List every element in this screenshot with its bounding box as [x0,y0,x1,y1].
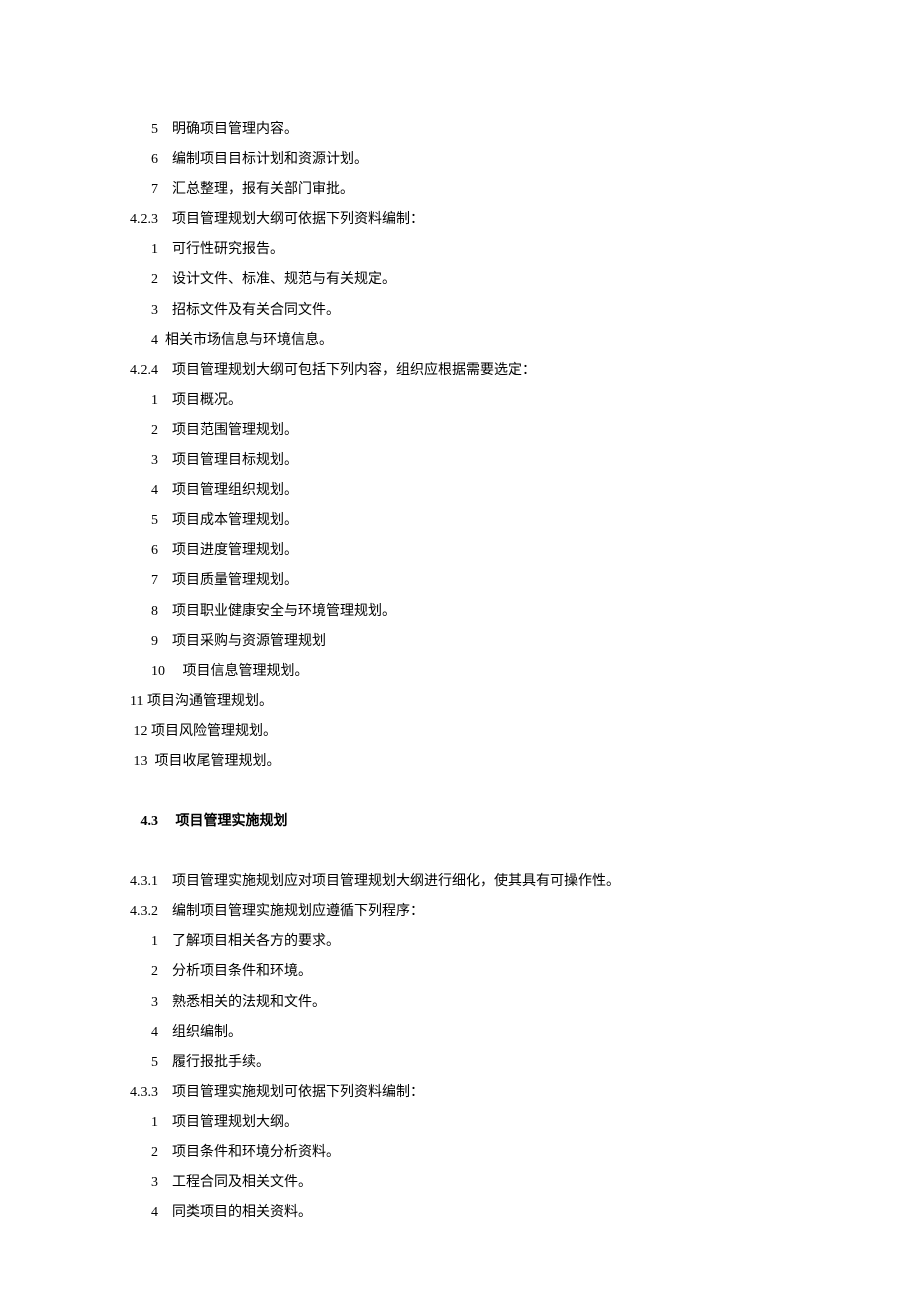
body-line: 4 组织编制。 [130,1018,790,1048]
body-line: 4.3.1 项目管理实施规划应对项目管理规划大纲进行细化，使其具有可操作性。 [130,867,790,897]
body-line: 4 同类项目的相关资料。 [130,1198,790,1228]
body-line: 7 项目质量管理规划。 [130,566,790,596]
body-line: 3 项目管理目标规划。 [130,446,790,476]
body-line: 1 项目概况。 [130,386,790,416]
body-line: 5 项目成本管理规划。 [130,506,790,536]
body-line: 13 项目收尾管理规划。 [130,747,790,777]
body-line: 3 熟悉相关的法规和文件。 [130,988,790,1018]
body-line: 12 项目风险管理规划。 [130,717,790,747]
body-line: 8 项目职业健康安全与环境管理规划。 [130,597,790,627]
section-heading-4-3: 4.3 项目管理实施规划 [130,807,790,837]
body-line: 1 了解项目相关各方的要求。 [130,927,790,957]
body-line: 4 项目管理组织规划。 [130,476,790,506]
body-line: 3 招标文件及有关合同文件。 [130,296,790,326]
body-line: 7 汇总整理，报有关部门审批。 [130,175,790,205]
body-line: 2 项目条件和环境分析资料。 [130,1138,790,1168]
document-page: 5 明确项目管理内容。 6 编制项目目标计划和资源计划。 7 汇总整理，报有关部… [0,0,920,1308]
body-line: 11 项目沟通管理规划。 [130,687,790,717]
body-line: 2 分析项目条件和环境。 [130,957,790,987]
body-line: 6 编制项目目标计划和资源计划。 [130,145,790,175]
body-line: 5 明确项目管理内容。 [130,115,790,145]
body-line: 10 项目信息管理规划。 [130,657,790,687]
body-line: 2 项目范围管理规划。 [130,416,790,446]
body-line: 5 履行报批手续。 [130,1048,790,1078]
body-line: 4.2.3 项目管理规划大纲可依据下列资料编制： [130,205,790,235]
body-line: 1 可行性研究报告。 [130,235,790,265]
body-line: 3 工程合同及相关文件。 [130,1168,790,1198]
body-line: 6 项目进度管理规划。 [130,536,790,566]
body-line: 4.3.2 编制项目管理实施规划应遵循下列程序： [130,897,790,927]
body-line: 4.3.3 项目管理实施规划可依据下列资料编制： [130,1078,790,1108]
body-line: 1 项目管理规划大纲。 [130,1108,790,1138]
body-line: 4.2.4 项目管理规划大纲可包括下列内容，组织应根据需要选定： [130,356,790,386]
body-line: 9 项目采购与资源管理规划 [130,627,790,657]
body-line: 2 设计文件、标准、规范与有关规定。 [130,265,790,295]
body-line: 4 相关市场信息与环境信息。 [130,326,790,356]
